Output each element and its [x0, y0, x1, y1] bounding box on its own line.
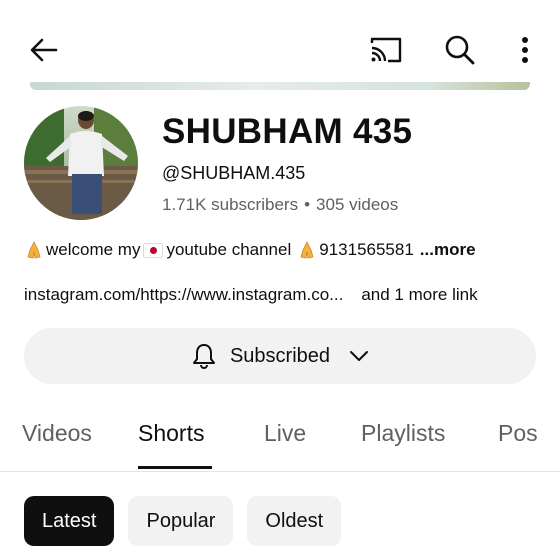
cast-icon — [370, 37, 402, 63]
arrow-left-icon — [30, 38, 58, 62]
channel-handle: @SHUBHAM.435 — [162, 163, 306, 183]
chip-popular[interactable]: Popular — [128, 496, 234, 546]
channel-description[interactable]: welcome my youtube channel 9131565581 ..… — [24, 240, 476, 260]
more-options-button[interactable] — [510, 30, 540, 70]
tab-videos[interactable]: Videos — [22, 420, 92, 447]
chevron-down-icon — [350, 351, 369, 361]
channel-stats: 1.71K subscribers • 305 videos — [162, 195, 398, 215]
back-button[interactable] — [24, 30, 64, 70]
subscribed-button[interactable]: Subscribed — [24, 328, 536, 384]
stats-separator: • — [304, 195, 311, 214]
video-count: 305 videos — [316, 195, 399, 214]
description-text: welcome my — [46, 240, 141, 259]
chip-latest[interactable]: Latest — [24, 496, 115, 546]
description-phone: 9131565581 — [319, 240, 414, 259]
bell-icon — [192, 344, 215, 369]
active-tab-indicator — [138, 466, 212, 469]
channel-link-more[interactable]: and 1 more link — [361, 285, 477, 305]
more-vertical-icon — [522, 37, 528, 63]
tab-shorts[interactable]: Shorts — [138, 420, 204, 447]
tab-posts[interactable]: Pos — [498, 420, 538, 447]
avatar-image — [24, 106, 138, 220]
folded-hands-icon — [297, 240, 317, 260]
tab-playlists[interactable]: Playlists — [361, 420, 445, 447]
japan-flag-icon — [143, 242, 164, 258]
sort-chips: Latest Popular Oldest — [24, 496, 342, 546]
channel-name: SHUBHAM 435 — [162, 112, 413, 151]
tab-live[interactable]: Live — [264, 420, 306, 447]
chip-oldest[interactable]: Oldest — [247, 496, 342, 546]
subscriber-count: 1.71K subscribers — [162, 195, 299, 214]
subscribed-label: Subscribed — [229, 344, 331, 367]
channel-banner[interactable] — [30, 82, 530, 90]
channel-links[interactable]: instagram.com/https://www.instagram.co..… — [24, 285, 544, 305]
cast-button[interactable] — [366, 32, 406, 68]
description-more-link[interactable]: ...more — [420, 240, 476, 260]
channel-tabs: Videos Shorts Live Playlists Pos — [0, 410, 560, 472]
channel-avatar[interactable] — [24, 106, 138, 220]
description-text-2: youtube channel — [166, 240, 292, 259]
search-icon — [445, 35, 475, 65]
folded-hands-icon — [24, 240, 44, 260]
channel-link-url[interactable]: instagram.com/https://www.instagram.co..… — [24, 285, 343, 305]
search-button[interactable] — [440, 30, 480, 70]
